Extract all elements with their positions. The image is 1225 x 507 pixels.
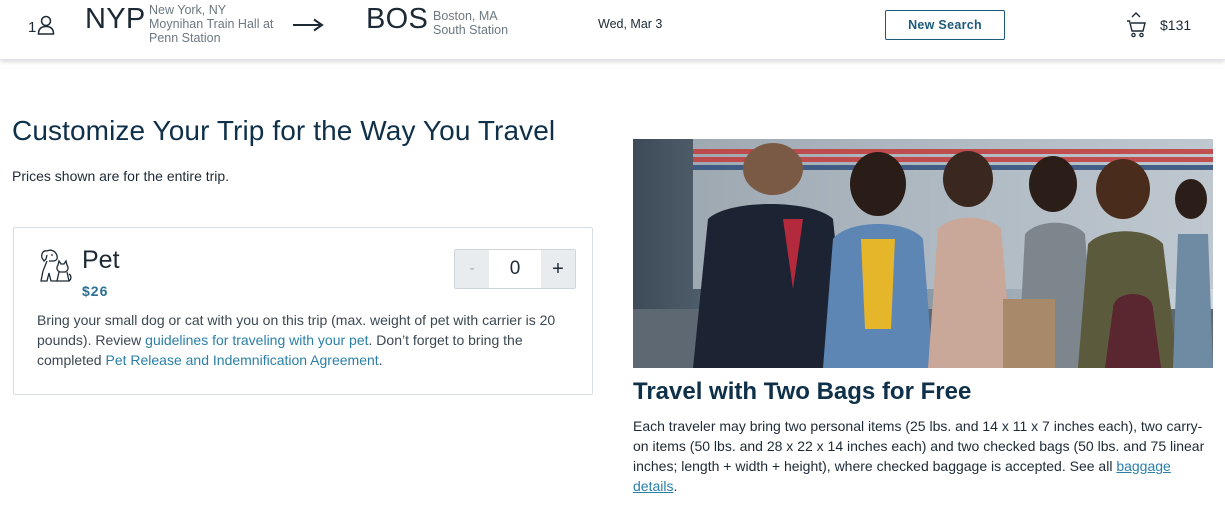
pet-addon-title: Pet [82, 246, 120, 274]
bags-desc-text-2: . [673, 478, 678, 494]
pet-desc-text-3: . [378, 352, 383, 368]
travel-date: Wed, Mar 3 [598, 17, 663, 31]
travelers-photo [633, 139, 1213, 368]
destination-city: Boston, MA [433, 9, 498, 23]
person-icon [37, 15, 55, 40]
passenger-count-value: 1 [28, 19, 37, 36]
bags-description: Each traveler may bring two personal ite… [633, 416, 1213, 496]
cart-total[interactable]: $131 [1160, 17, 1191, 33]
destination-station-name: South Station [433, 23, 509, 37]
origin-station-name: Moynihan Train Hall at Penn Station [149, 17, 274, 45]
destination-station: Boston, MA South Station [433, 9, 553, 37]
increment-button[interactable]: + [541, 250, 575, 288]
passenger-count[interactable]: 1 [28, 15, 55, 40]
new-search-button[interactable]: New Search [885, 10, 1005, 40]
page-subtitle: Prices shown are for the entire trip. [12, 168, 230, 184]
pet-icon [38, 247, 72, 288]
decrement-button[interactable]: - [455, 250, 489, 288]
origin-station: New York, NY Moynihan Train Hall at Penn… [149, 3, 289, 45]
pet-quantity-stepper: - 0 + [454, 249, 576, 289]
trip-header: 1 NYP New York, NY Moynihan Train Hall a… [0, 0, 1225, 60]
destination-code: BOS [366, 3, 429, 35]
pet-addon-description: Bring your small dog or cat with you on … [37, 310, 577, 370]
pet-addon-price: $26 [82, 283, 109, 299]
cart-icon[interactable] [1125, 11, 1147, 44]
arrow-right-icon [292, 18, 324, 37]
bags-title: Travel with Two Bags for Free [633, 378, 972, 405]
pet-quantity-value[interactable]: 0 [489, 250, 541, 288]
pet-addon-card: Pet $26 - 0 + Bring your small dog or ca… [13, 227, 593, 395]
pet-guidelines-link[interactable]: guidelines for traveling with your pet [145, 332, 368, 348]
origin-code: NYP [85, 3, 146, 35]
pet-release-agreement-link[interactable]: Pet Release and Indemnification Agreemen… [105, 352, 378, 368]
page-title: Customize Your Trip for the Way You Trav… [12, 115, 556, 146]
origin-city: New York, NY [149, 3, 227, 17]
